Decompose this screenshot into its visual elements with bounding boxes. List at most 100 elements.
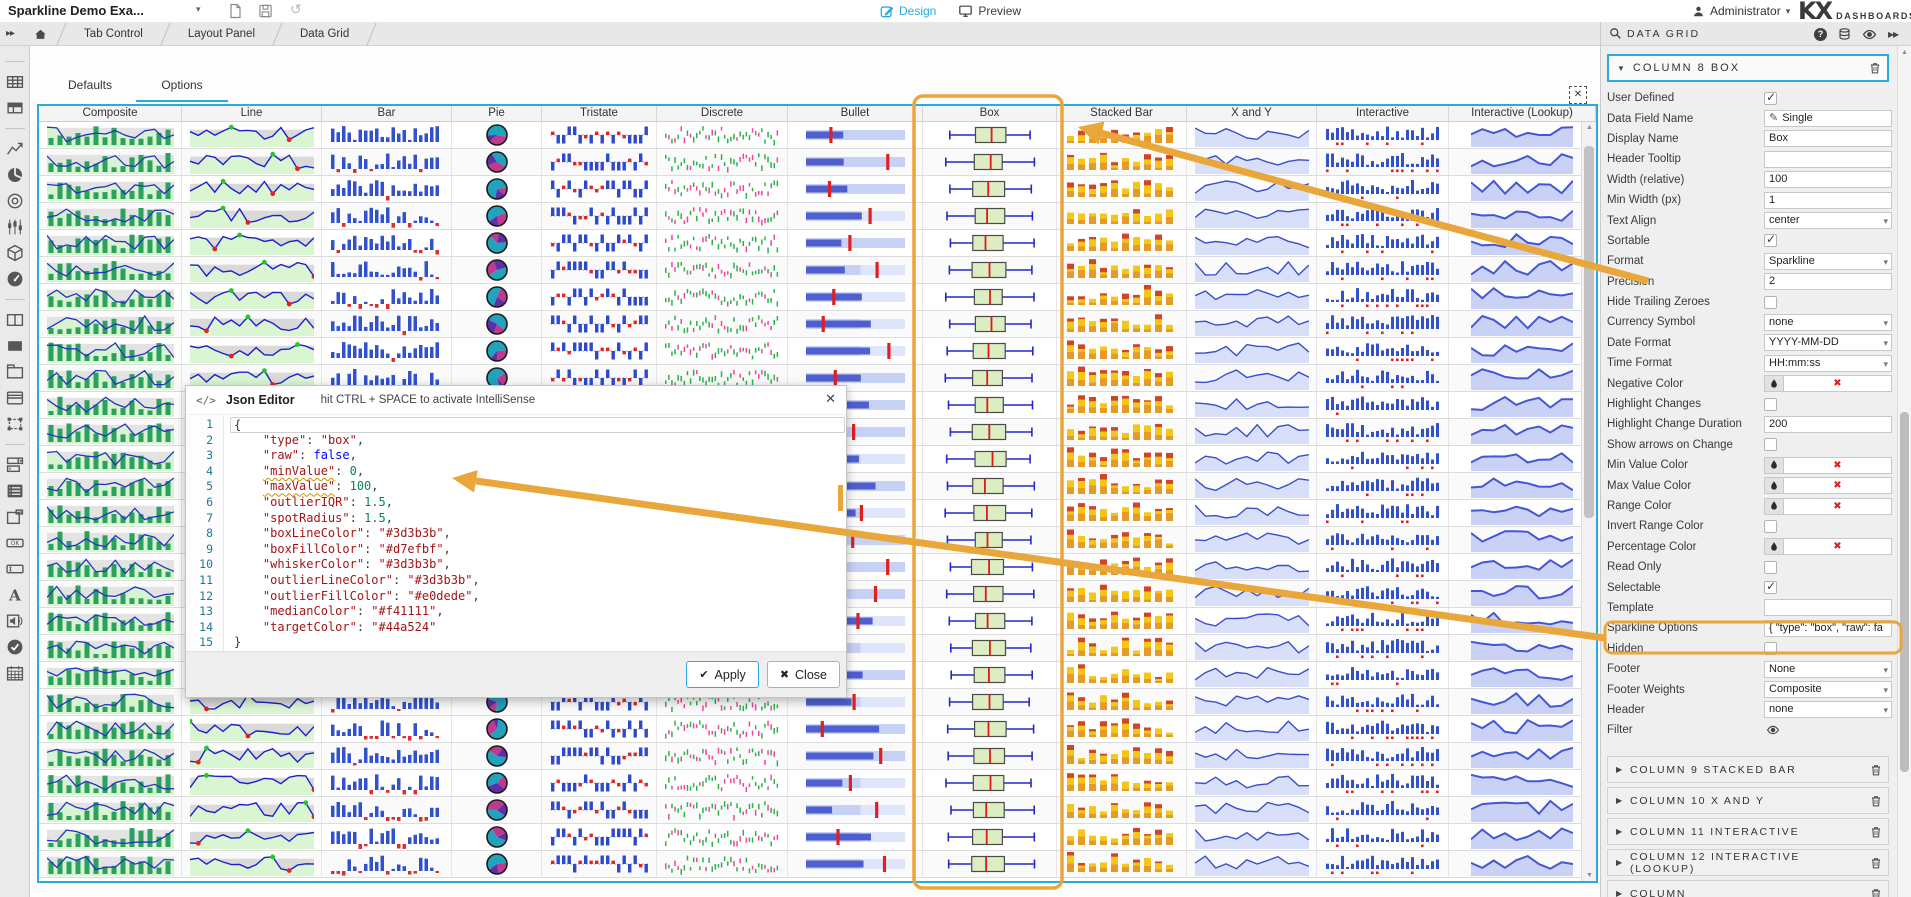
breadcrumb-tab-layout-panel[interactable]: Layout Panel [168, 22, 275, 46]
sidebar-item-cube-chart[interactable] [6, 244, 24, 262]
sidebar-item-split-panel[interactable] [6, 311, 24, 329]
sidebar-item-canvas-panel[interactable] [6, 337, 24, 355]
clear-color-button[interactable]: ✖ [1784, 538, 1892, 555]
delete-column-icon[interactable] [1870, 825, 1882, 839]
percentage-color-picker[interactable]: ✖ [1764, 538, 1892, 555]
user-defined-checkbox[interactable] [1764, 92, 1777, 105]
text-align-select[interactable]: center [1764, 212, 1892, 229]
code-line[interactable]: "boxFillColor": "#d7efbf", [234, 542, 846, 558]
code-line[interactable]: "maxValue": 100, [234, 479, 846, 495]
column-header-stacked[interactable]: Stacked Bar [1057, 106, 1187, 121]
code-line[interactable]: "raw": false, [234, 448, 846, 464]
sidebar-item-list-view[interactable] [6, 482, 24, 500]
invert-range-color-checkbox[interactable] [1764, 520, 1777, 533]
hidden-checkbox[interactable] [1764, 642, 1777, 655]
section-column-11-interactive[interactable]: ▶COLUMN 11 INTERACTIVE [1607, 818, 1889, 845]
code-line[interactable]: "minValue": 0, [234, 464, 846, 480]
visibility-icon[interactable] [1862, 29, 1877, 40]
sidebar-item-calendar[interactable] [6, 664, 24, 682]
code-line[interactable]: "medianColor": "#f41111", [234, 604, 846, 620]
negative-color-picker[interactable]: ✖ [1764, 375, 1892, 392]
delete-column-icon[interactable] [1869, 61, 1881, 75]
scroll-down-icon[interactable]: ▼ [1582, 872, 1597, 879]
sidebar-item-line-chart[interactable] [6, 140, 24, 158]
highlight-changes-checkbox[interactable] [1764, 398, 1777, 411]
header-tooltip-input[interactable] [1764, 151, 1892, 168]
sidebar-item-donut-chart[interactable] [6, 192, 24, 210]
hide-trailing-zeroes-checkbox[interactable] [1764, 296, 1777, 309]
clear-color-button[interactable]: ✖ [1784, 457, 1892, 474]
droplet-icon[interactable] [1764, 538, 1784, 555]
precision-input[interactable]: 2 [1764, 273, 1892, 290]
sidebar-item-table[interactable] [6, 73, 24, 91]
droplet-icon[interactable] [1764, 457, 1784, 474]
code-line[interactable]: "outlierIQR": 1.5, [234, 495, 846, 511]
tab-options[interactable]: Options [136, 72, 228, 102]
display-name-input[interactable]: Box [1764, 130, 1892, 147]
search-icon[interactable] [1609, 27, 1622, 40]
section-column-12-interactive-lookup-[interactable]: ▶COLUMN 12 INTERACTIVE (LOOKUP) [1607, 849, 1889, 876]
sidebar-item-gauge[interactable] [6, 270, 24, 288]
code-line[interactable]: "outlierFillColor": "#e0dede", [234, 589, 846, 605]
code-line[interactable]: "targetColor": "#44a524" [234, 620, 846, 636]
grid-vertical-scrollbar[interactable]: ▲ ▼ [1581, 122, 1596, 881]
design-mode-button[interactable]: Design [880, 4, 936, 18]
undo-icon[interactable]: ↺ [290, 1, 302, 18]
min-width-px--input[interactable]: 1 [1764, 192, 1892, 209]
sortable-checkbox[interactable] [1764, 234, 1777, 247]
time-format-select[interactable]: HH:mm:ss [1764, 355, 1892, 372]
sparkline-options-input[interactable]: { "type": "box", "raw": fa [1764, 620, 1892, 637]
help-icon[interactable]: ? [1814, 28, 1827, 41]
droplet-icon[interactable] [1764, 375, 1784, 392]
new-file-icon[interactable] [228, 3, 243, 19]
footer-select[interactable]: None [1764, 661, 1892, 678]
panel-scroll-up-icon[interactable]: ▲ [1898, 49, 1911, 56]
max-value-color-picker[interactable]: ✖ [1764, 477, 1892, 494]
section-column-9-stacked-bar[interactable]: ▶COLUMN 9 STACKED BAR [1607, 756, 1889, 783]
code-editor[interactable]: 123456789101112131415 { "type": "box", "… [186, 414, 846, 653]
sidebar-item-tab-panel[interactable] [6, 363, 24, 381]
date-format-select[interactable]: YYYY-MM-DD [1764, 334, 1892, 351]
sidebar-item-ok-button[interactable]: OK [6, 534, 24, 552]
scroll-up-icon[interactable]: ▲ [1582, 124, 1597, 131]
save-icon[interactable] [258, 3, 273, 19]
sidebar-item-text-input[interactable] [6, 560, 24, 578]
clear-color-button[interactable]: ✖ [1784, 498, 1892, 515]
code-line[interactable]: "outlierLineColor": "#3d3b3b", [234, 573, 846, 589]
column-header-discrete[interactable]: Discrete [657, 106, 788, 121]
sidebar-item-text-label[interactable]: A [6, 586, 24, 604]
column-header-bar[interactable]: Bar [322, 106, 452, 121]
column-header-tristate[interactable]: Tristate [542, 106, 657, 121]
title-dropdown-icon[interactable]: ▾ [196, 4, 201, 15]
breadcrumb-home[interactable] [22, 22, 59, 46]
panel-scrollbar[interactable]: ▲ [1897, 46, 1911, 897]
code-line[interactable]: "type": "box", [234, 433, 846, 449]
delete-column-icon[interactable] [1870, 763, 1882, 777]
currency-symbol-select[interactable]: none [1764, 314, 1892, 331]
panel-scroll-thumb[interactable] [1900, 412, 1909, 772]
data-field-name-input[interactable]: ✎Single [1764, 110, 1892, 127]
sidebar-item-pivot-table[interactable] [6, 99, 24, 117]
clear-color-button[interactable]: ✖ [1784, 375, 1892, 392]
section-column8-box[interactable]: ▼ COLUMN 8 BOX [1607, 54, 1889, 82]
delete-column-icon[interactable] [1870, 794, 1882, 808]
sidebar-item-group-select[interactable] [6, 415, 24, 433]
footer-weights-select[interactable]: Composite [1764, 681, 1892, 698]
breadcrumb-tab-tab-control[interactable]: Tab Control [64, 22, 163, 46]
code-line[interactable]: "boxLineColor": "#3d3b3b", [234, 526, 846, 542]
sidebar-item-dropdown-panel[interactable] [6, 508, 24, 526]
filter-visibility-toggle[interactable] [1766, 725, 1780, 735]
column-header-pie[interactable]: Pie [452, 106, 542, 121]
sidebar-item-pie-chart[interactable] [6, 166, 24, 184]
section-column[interactable]: ▶COLUMN [1607, 880, 1889, 897]
user-menu[interactable]: Administrator ▾ [1692, 0, 1790, 22]
code-line[interactable]: { [230, 417, 845, 433]
header-select[interactable]: none [1764, 701, 1892, 718]
highlight-change-duration-input[interactable]: 200 [1764, 416, 1892, 433]
breadcrumb-tab-data-grid[interactable]: Data Grid [280, 22, 369, 46]
range-color-picker[interactable]: ✖ [1764, 498, 1892, 515]
format-select[interactable]: Sparkline [1764, 253, 1892, 270]
column-header-interactive[interactable]: Interactive [1317, 106, 1449, 121]
section-column-10-x-and-y[interactable]: ▶COLUMN 10 X AND Y [1607, 787, 1889, 814]
read-only-checkbox[interactable] [1764, 561, 1777, 574]
